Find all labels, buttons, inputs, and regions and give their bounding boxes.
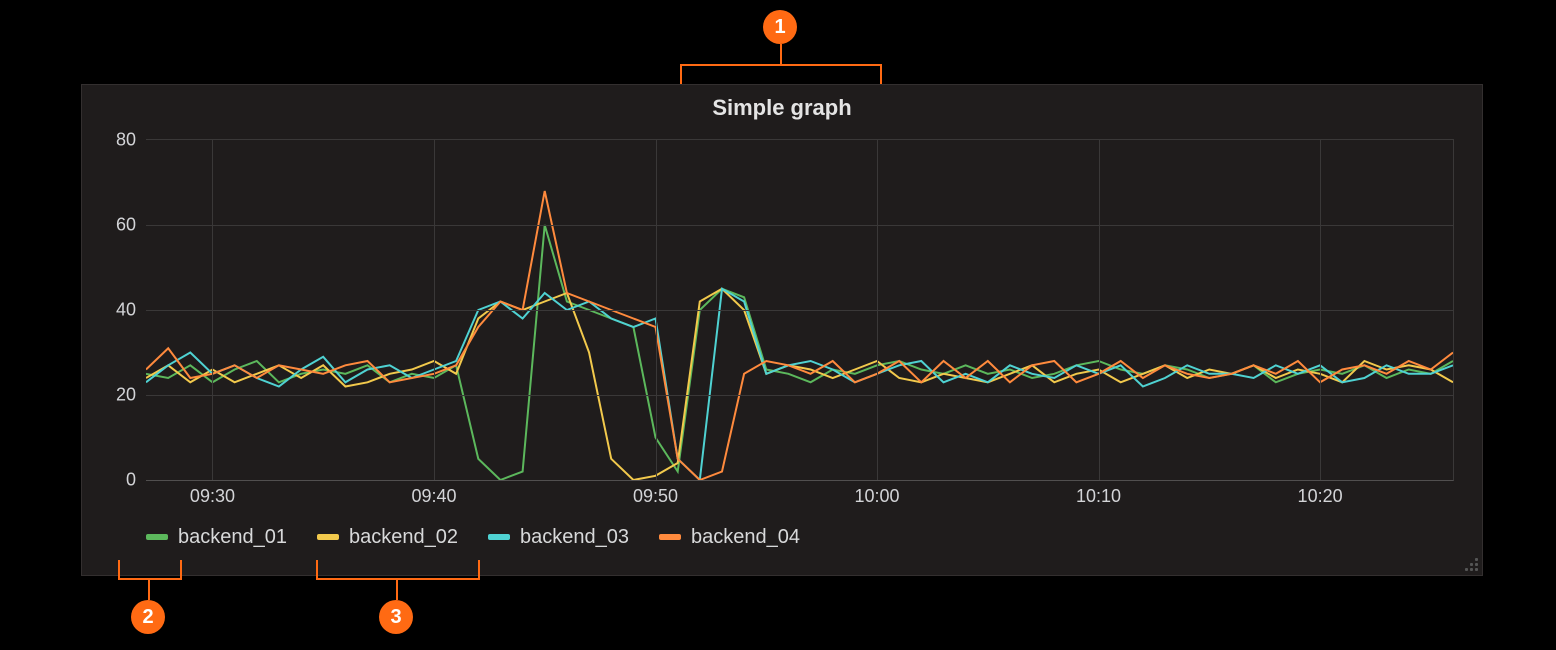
legend-label: backend_03 <box>520 526 629 549</box>
annotation-badge-1: 1 <box>763 10 797 44</box>
legend-item-backend_03[interactable]: backend_03 <box>488 526 629 549</box>
series-backend_01 <box>146 225 1453 480</box>
legend-label: backend_01 <box>178 526 287 549</box>
y-tick-label: 80 <box>102 130 136 151</box>
legend-swatch-icon <box>317 534 339 540</box>
y-tick-label: 60 <box>102 215 136 236</box>
y-tick-label: 0 <box>102 470 136 491</box>
legend-item-backend_04[interactable]: backend_04 <box>659 526 800 549</box>
annotation-stem-3 <box>396 578 398 600</box>
annotation-badge-3: 3 <box>379 600 413 634</box>
annotation-badge-2: 2 <box>131 600 165 634</box>
annotation-bracket-3 <box>316 560 480 580</box>
series-backend_02 <box>146 289 1453 480</box>
annotation-bracket-1 <box>680 64 882 84</box>
annotation-stem-1 <box>780 44 782 66</box>
legend-item-backend_01[interactable]: backend_01 <box>146 526 287 549</box>
y-tick-label: 40 <box>102 300 136 321</box>
x-tick-label: 10:00 <box>855 486 900 507</box>
series-backend_04 <box>146 191 1453 480</box>
x-tick-label: 09:40 <box>411 486 456 507</box>
legend-label: backend_04 <box>691 526 800 549</box>
annotation-stem-2 <box>148 578 150 600</box>
legend-swatch-icon <box>659 534 681 540</box>
x-tick-label: 09:30 <box>190 486 235 507</box>
y-tick-label: 20 <box>102 385 136 406</box>
legend-label: backend_02 <box>349 526 458 549</box>
annotation-bracket-2 <box>118 560 182 580</box>
x-tick-label: 09:50 <box>633 486 678 507</box>
x-tick-label: 10:20 <box>1298 486 1343 507</box>
graph-panel[interactable]: Simple graph 02040608009:3009:4009:5010:… <box>81 84 1483 576</box>
legend-item-backend_02[interactable]: backend_02 <box>317 526 458 549</box>
resize-handle-icon[interactable] <box>1464 557 1478 571</box>
panel-title: Simple graph <box>82 95 1482 121</box>
legend[interactable]: backend_01 backend_02 backend_03 backend_04 <box>146 523 1482 549</box>
legend-swatch-icon <box>488 534 510 540</box>
legend-swatch-icon <box>146 534 168 540</box>
plot-area[interactable]: 02040608009:3009:4009:5010:0010:1010:20 <box>146 139 1454 481</box>
x-tick-label: 10:10 <box>1076 486 1121 507</box>
